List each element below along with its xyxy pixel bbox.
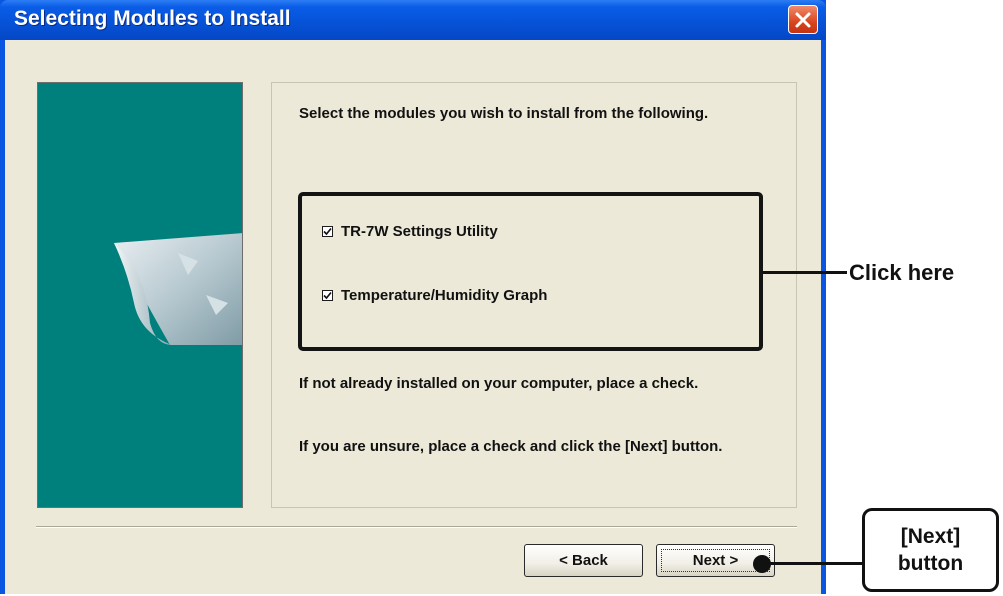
checkmark-icon [323,227,332,235]
next-callout-leader-line [768,562,862,565]
module-checkbox[interactable] [322,225,333,237]
close-button[interactable] [788,5,818,34]
separator [36,526,797,528]
module-label: Temperature/Humidity Graph [341,286,548,304]
install-note: If not already installed on your compute… [299,375,699,392]
intro-text: Select the modules you wish to install f… [299,105,709,122]
module-checkbox-row[interactable]: TR-7W Settings Utility [322,222,498,240]
checkmark-icon [323,291,332,299]
module-selection-box [298,192,763,351]
close-icon [795,12,811,28]
module-label: TR-7W Settings Utility [341,222,498,240]
next-callout-line2: button [897,552,964,575]
click-here-leader-line [763,271,847,274]
title-bar: Selecting Modules to Install [0,0,826,40]
next-button-callout: [Next] button [862,508,999,592]
setup-artwork [37,82,243,508]
unsure-note: If you are unsure, place a check and cli… [299,438,723,455]
next-callout-line1: [Next] [900,525,961,548]
window-title: Selecting Modules to Install [14,7,291,30]
back-button[interactable]: < Back [524,544,643,577]
click-here-annotation: Click here [849,260,955,285]
back-button-label: < Back [559,552,608,569]
module-checkbox-row[interactable]: Temperature/Humidity Graph [322,286,547,304]
module-checkbox[interactable] [322,289,333,301]
